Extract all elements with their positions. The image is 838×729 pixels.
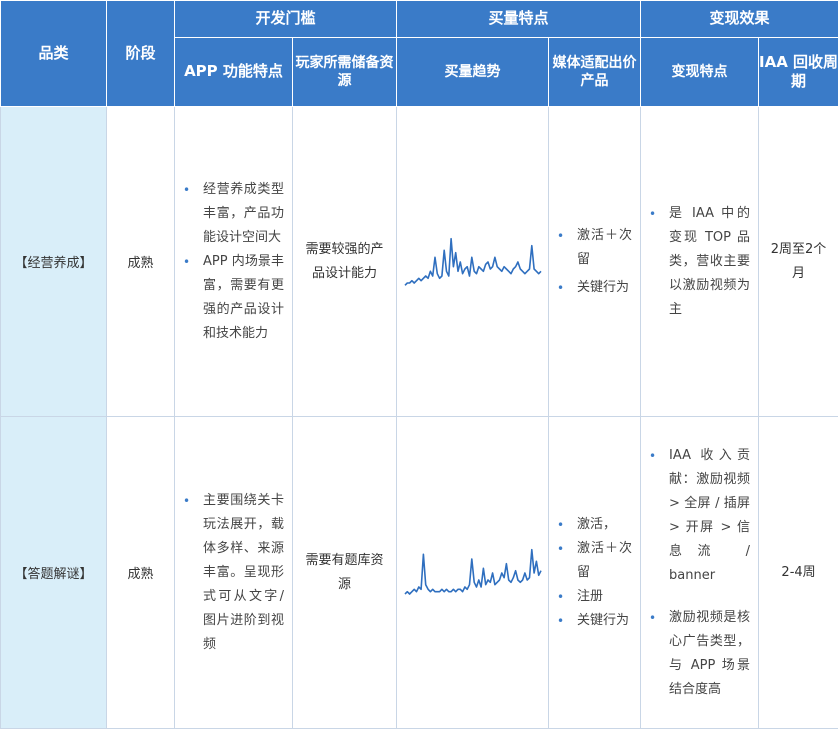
trend-line <box>405 549 541 593</box>
monetization-cell: •是 IAA 中的变现 TOP 品类，营收主要以激励视频为主 <box>641 107 759 417</box>
table-row: 【经营养成】 成熟 •经营养成类型丰富，产品功能设计空间大 •APP 内场景丰富… <box>1 107 838 417</box>
list-item: •激活， <box>577 513 632 537</box>
resources-cell: 需要有题库资源 <box>293 417 397 729</box>
trend-chart <box>403 232 543 292</box>
payback-cell: 2-4周 <box>759 417 838 729</box>
list-item: •激励视频是核心广告类型，与 APP 场景结合度高 <box>669 606 750 702</box>
header-acquisition: 买量特点 <box>397 1 641 38</box>
header-app-features: APP 功能特点 <box>175 38 293 107</box>
header-category: 品类 <box>1 1 107 107</box>
bullet-icon: • <box>649 606 656 630</box>
bidding-list: •激活， •激活＋次留 •注册 •关键行为 <box>549 513 640 633</box>
header-acquisition-trend: 买量趋势 <box>397 38 549 107</box>
bullet-icon: • <box>183 178 190 202</box>
header-monetization: 变现效果 <box>641 1 838 38</box>
monetization-cell: •IAA 收入贡献：激励视频 > 全屏 / 插屏 > 开屏 > 信息流 / ba… <box>641 417 759 729</box>
trend-line <box>405 238 541 285</box>
list-item: •关键行为 <box>577 609 632 633</box>
list-item: •经营养成类型丰富，产品功能设计空间大 <box>203 178 284 250</box>
list-item: •IAA 收入贡献：激励视频 > 全屏 / 插屏 > 开屏 > 信息流 / ba… <box>669 444 750 588</box>
list-item: •主要围绕关卡玩法展开，载体多样、来源丰富。呈现形式可从文字/图片进阶到视频 <box>203 489 284 657</box>
comparison-table: 品类 阶段 开发门槛 买量特点 变现效果 APP 功能特点 玩家所需储备资源 买… <box>0 0 838 729</box>
list-item: •注册 <box>577 585 632 609</box>
resources-cell: 需要较强的产品设计能力 <box>293 107 397 417</box>
list-item: •是 IAA 中的变现 TOP 品类，营收主要以激励视频为主 <box>669 202 750 322</box>
header-player-resources: 玩家所需储备资源 <box>293 38 397 107</box>
payback-cell: 2周至2个月 <box>759 107 838 417</box>
stage-cell: 成熟 <box>107 107 175 417</box>
bullet-icon: • <box>557 537 564 561</box>
bullet-icon: • <box>649 444 656 468</box>
bidding-cell: •激活＋次留 •关键行为 <box>549 107 641 417</box>
bidding-list: •激活＋次留 •关键行为 <box>549 224 640 300</box>
bullet-icon: • <box>557 609 564 633</box>
bullet-icon: • <box>557 276 564 300</box>
bullet-icon: • <box>557 513 564 537</box>
category-cell: 【经营养成】 <box>1 107 107 417</box>
bullet-icon: • <box>183 489 190 513</box>
list-item: •APP 内场景丰富，需要有更强的产品设计和技术能力 <box>203 250 284 346</box>
trend-cell <box>397 107 549 417</box>
header-media-bidding: 媒体适配出价产品 <box>549 38 641 107</box>
features-cell: •主要围绕关卡玩法展开，载体多样、来源丰富。呈现形式可从文字/图片进阶到视频 <box>175 417 293 729</box>
category-cell: 【答题解谜】 <box>1 417 107 729</box>
list-item: •激活＋次留 <box>577 537 632 585</box>
list-item: •关键行为 <box>577 276 632 300</box>
header-stage: 阶段 <box>107 1 175 107</box>
bidding-cell: •激活， •激活＋次留 •注册 •关键行为 <box>549 417 641 729</box>
bullet-icon: • <box>557 585 564 609</box>
features-list: •主要围绕关卡玩法展开，载体多样、来源丰富。呈现形式可从文字/图片进阶到视频 <box>175 489 292 657</box>
table-row: 【答题解谜】 成熟 •主要围绕关卡玩法展开，载体多样、来源丰富。呈现形式可从文字… <box>1 417 838 729</box>
header-iaa-payback: IAA 回收周期 <box>759 38 838 107</box>
bullet-icon: • <box>183 250 190 274</box>
header-dev-threshold: 开发门槛 <box>175 1 397 38</box>
trend-chart <box>403 543 543 603</box>
bullet-icon: • <box>557 224 564 248</box>
features-list: •经营养成类型丰富，产品功能设计空间大 •APP 内场景丰富，需要有更强的产品设… <box>175 178 292 346</box>
monetization-list: •IAA 收入贡献：激励视频 > 全屏 / 插屏 > 开屏 > 信息流 / ba… <box>641 444 758 702</box>
features-cell: •经营养成类型丰富，产品功能设计空间大 •APP 内场景丰富，需要有更强的产品设… <box>175 107 293 417</box>
bullet-icon: • <box>649 202 656 226</box>
list-item: •激活＋次留 <box>577 224 632 272</box>
header-monetization-features: 变现特点 <box>641 38 759 107</box>
monetization-list: •是 IAA 中的变现 TOP 品类，营收主要以激励视频为主 <box>641 202 758 322</box>
trend-cell <box>397 417 549 729</box>
stage-cell: 成熟 <box>107 417 175 729</box>
